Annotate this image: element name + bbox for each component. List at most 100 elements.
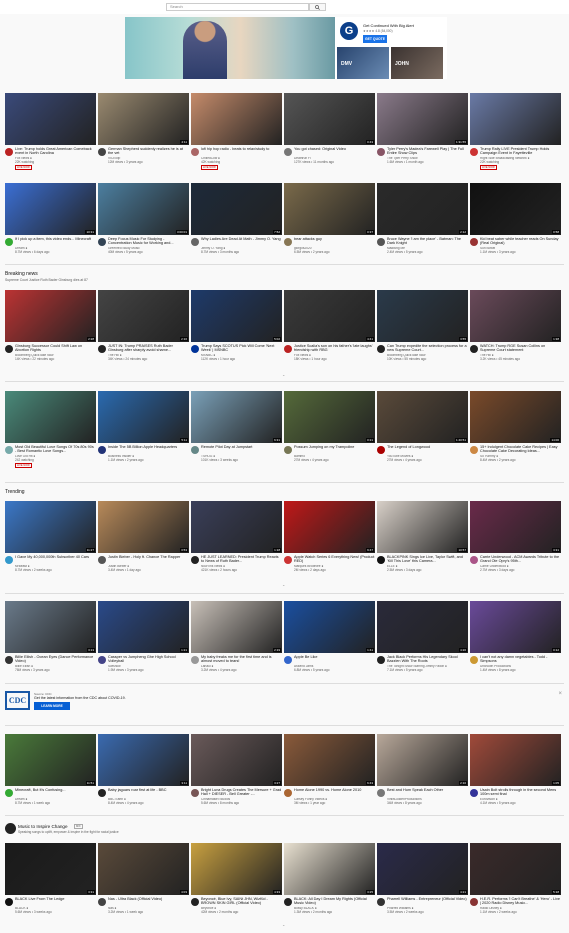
- video-thumbnail[interactable]: 3:31: [5, 843, 96, 895]
- channel-avatar[interactable]: [470, 656, 478, 664]
- video-thumbnail[interactable]: [5, 93, 96, 145]
- channel-avatar[interactable]: [377, 148, 385, 156]
- video-title[interactable]: I Gave My 40,000,000th Subscriber 40 Car…: [15, 555, 96, 564]
- channel-avatar[interactable]: [377, 238, 385, 246]
- video-thumbnail[interactable]: 6:43: [284, 734, 375, 786]
- video-title[interactable]: You got chased: Original Video: [294, 147, 375, 156]
- video-card[interactable]: 3:27 Bright Luna Drugs Creates The Mersur…: [191, 734, 282, 814]
- channel-avatar[interactable]: [5, 898, 13, 906]
- video-title[interactable]: Apple Be Like: [294, 655, 375, 664]
- channel-avatar[interactable]: [284, 148, 292, 156]
- channel-avatar[interactable]: [98, 556, 106, 564]
- video-title[interactable]: Bright Luna Drugs Creates The Mersure + …: [201, 788, 282, 797]
- video-title[interactable]: Trump Says SCOTUS Pick Will Come 'Next W…: [201, 344, 282, 353]
- channel-avatar[interactable]: [191, 446, 199, 454]
- video-title[interactable]: Home Alone 1990 vs. Home Alone 2010: [294, 788, 375, 797]
- channel-avatar[interactable]: [470, 898, 478, 906]
- video-title[interactable]: Why Ladies Are Dead At Math - Jimmy O. Y…: [201, 237, 282, 246]
- channel-avatar[interactable]: [5, 345, 13, 353]
- video-card[interactable]: 1:18 HE JUST LEARNED: President Trump Rea…: [191, 501, 282, 581]
- video-thumbnail[interactable]: 2:28: [5, 290, 96, 342]
- video-title[interactable]: JUST IN: Trump PRAISES Ruth Bader Ginsbu…: [108, 344, 189, 353]
- video-card[interactable]: 10:31 If I pick up a item, this video end…: [5, 183, 96, 263]
- video-thumbnail[interactable]: 11:27: [5, 501, 96, 553]
- video-title[interactable]: BLACKPINK Sings Ice Live, Taylor Swift, …: [387, 555, 468, 564]
- video-card[interactable]: 2:19 My baby freaks me for the first time…: [191, 601, 282, 681]
- channel-avatar[interactable]: [191, 789, 199, 797]
- ad-banner[interactable]: G Get Continued With Big Alert ★★★★ 4.8 …: [125, 17, 447, 79]
- video-card[interactable]: 1:38 WATCH: Trump RGE Susan Collins on Su…: [470, 290, 561, 370]
- cdc-learn-more-button[interactable]: LEARN MORE: [34, 702, 70, 710]
- video-thumbnail[interactable]: [191, 93, 282, 145]
- video-title[interactable]: Kid beat saber while teacher reads On Su…: [480, 237, 561, 246]
- video-card[interactable]: 3:13 Billie Eilish - Ocean Eyes (Dance Pe…: [5, 601, 96, 681]
- video-title[interactable]: BLACK: All Day I Dream My Rights (Offici…: [294, 897, 375, 906]
- channel-avatar[interactable]: [470, 238, 478, 246]
- video-thumbnail[interactable]: 4:11: [98, 93, 189, 145]
- video-title[interactable]: Billie Eilish - Ocean Eyes (Dance Perfor…: [15, 655, 96, 664]
- video-title[interactable]: BLACK Live From The Ledge: [15, 897, 96, 906]
- video-card[interactable]: 5:18 H.E.R. Performs 'I Can't Breathe' & …: [470, 843, 561, 923]
- video-title[interactable]: Live: Trump holds Great American Comebac…: [15, 147, 96, 156]
- video-card[interactable]: 0:58 Kid beat saber while teacher reads O…: [470, 183, 561, 263]
- video-title[interactable]: Justin Bieber - Holy ft. Chance The Rapp…: [108, 555, 189, 564]
- channel-avatar[interactable]: [470, 556, 478, 564]
- video-card[interactable]: 2:16 JUST IN: Trump PRAISES Ruth Bader Gi…: [98, 290, 189, 370]
- channel-avatar[interactable]: [284, 556, 292, 564]
- search-input[interactable]: Search: [166, 3, 309, 11]
- music-shelf-avatar[interactable]: [5, 823, 16, 834]
- video-title[interactable]: Usain Bolt strolls through in the second…: [480, 788, 561, 797]
- video-card[interactable]: 0:21 Possum Jumping on my Trampoline Bammo…: [284, 391, 375, 471]
- video-card[interactable]: 2:12 Bruce Wayne 'I am the place' - Batma…: [377, 183, 468, 263]
- video-title[interactable]: Carrie Underwood - ACM Awards Tribute to…: [480, 555, 561, 564]
- video-title[interactable]: Possum Jumping on my Trampoline: [294, 445, 375, 454]
- video-thumbnail[interactable]: 1:41: [284, 601, 375, 653]
- video-thumbnail[interactable]: 1:40:51: [377, 391, 468, 443]
- video-thumbnail[interactable]: 4:41: [284, 290, 375, 342]
- video-thumbnail[interactable]: 10:31: [5, 183, 96, 235]
- video-title[interactable]: Tyler Perry's Madea's Farewell Play | Th…: [387, 147, 468, 156]
- video-title[interactable]: Inside The 5B Billion Apple Headquarters: [108, 445, 189, 454]
- video-thumbnail[interactable]: 4:21: [377, 843, 468, 895]
- ad-thumb-1[interactable]: DMV: [337, 47, 389, 79]
- channel-avatar[interactable]: [5, 789, 13, 797]
- video-card[interactable]: 6:43 Home Alone 1990 vs. Home Alone 2010 C…: [284, 734, 375, 814]
- channel-avatar[interactable]: [5, 656, 13, 664]
- video-title[interactable]: I can't not any damn vegetables - Todd -…: [480, 655, 561, 664]
- video-card[interactable]: 3:31 Carrie Underwood - ACM Awards Tribut…: [470, 501, 561, 581]
- video-card[interactable]: 5:11 Inside The 5B Billion Apple Headquar…: [98, 391, 189, 471]
- channel-avatar[interactable]: [191, 556, 199, 564]
- video-title[interactable]: Can Trump expedite the selection process…: [387, 344, 468, 353]
- video-card[interactable]: 0:37 bear attacks guy giorgos2020 6.5M vie…: [284, 183, 375, 263]
- channel-avatar[interactable]: [5, 148, 13, 156]
- expand-chevron-icon[interactable]: ⌄: [282, 582, 285, 587]
- video-title[interactable]: My baby freaks me for the first time and…: [201, 655, 282, 664]
- video-title[interactable]: Best and Hum Speak Each Other: [387, 788, 468, 797]
- video-title[interactable]: HE JUST LEARNED: President Trump Reacts …: [201, 555, 282, 564]
- video-thumbnail[interactable]: 2:12: [377, 183, 468, 235]
- channel-avatar[interactable]: [284, 345, 292, 353]
- channel-avatar[interactable]: [98, 789, 106, 797]
- video-card[interactable]: 4:33 Beyoncé, Blue Ivy, SAINt JHN, WizKid…: [191, 843, 282, 923]
- video-card[interactable]: 3:00:01 Deep Focus Music For Studying - C…: [98, 183, 189, 263]
- channel-avatar[interactable]: [377, 556, 385, 564]
- video-thumbnail[interactable]: 3:25: [284, 843, 375, 895]
- video-thumbnail[interactable]: 3:27: [191, 734, 282, 786]
- channel-avatar[interactable]: [470, 446, 478, 454]
- video-thumbnail[interactable]: 3:31: [470, 501, 561, 553]
- channel-avatar[interactable]: [284, 238, 292, 246]
- video-card[interactable]: 6:31 Remote Pilot Day at Jumpstart TSHOG ●…: [191, 391, 282, 471]
- video-title[interactable]: Baby jaguars roar first at life - BBC: [108, 788, 189, 797]
- video-title[interactable]: The Legend of Longwood: [387, 445, 468, 454]
- video-title[interactable]: H.E.R. Performs 'I Can't Breathe' & 'Her…: [480, 897, 561, 906]
- music-shelf-title[interactable]: Music to Inspire Change: [18, 824, 68, 829]
- video-title[interactable]: Justice Scalia's son on his father's 'la…: [294, 344, 375, 353]
- video-thumbnail[interactable]: 0:37: [284, 183, 375, 235]
- video-card[interactable]: 5:02 Trump Says SCOTUS Pick Will Come 'Ne…: [191, 290, 282, 370]
- video-card[interactable]: 3:55 Can Trump expedite the selection pro…: [377, 290, 468, 370]
- channel-avatar[interactable]: [284, 656, 292, 664]
- video-thumbnail[interactable]: 4:03: [98, 843, 189, 895]
- channel-avatar[interactable]: [470, 345, 478, 353]
- video-thumbnail[interactable]: 0:21: [284, 391, 375, 443]
- video-card[interactable]: 3:11 Baby jaguars roar first at life - BB…: [98, 734, 189, 814]
